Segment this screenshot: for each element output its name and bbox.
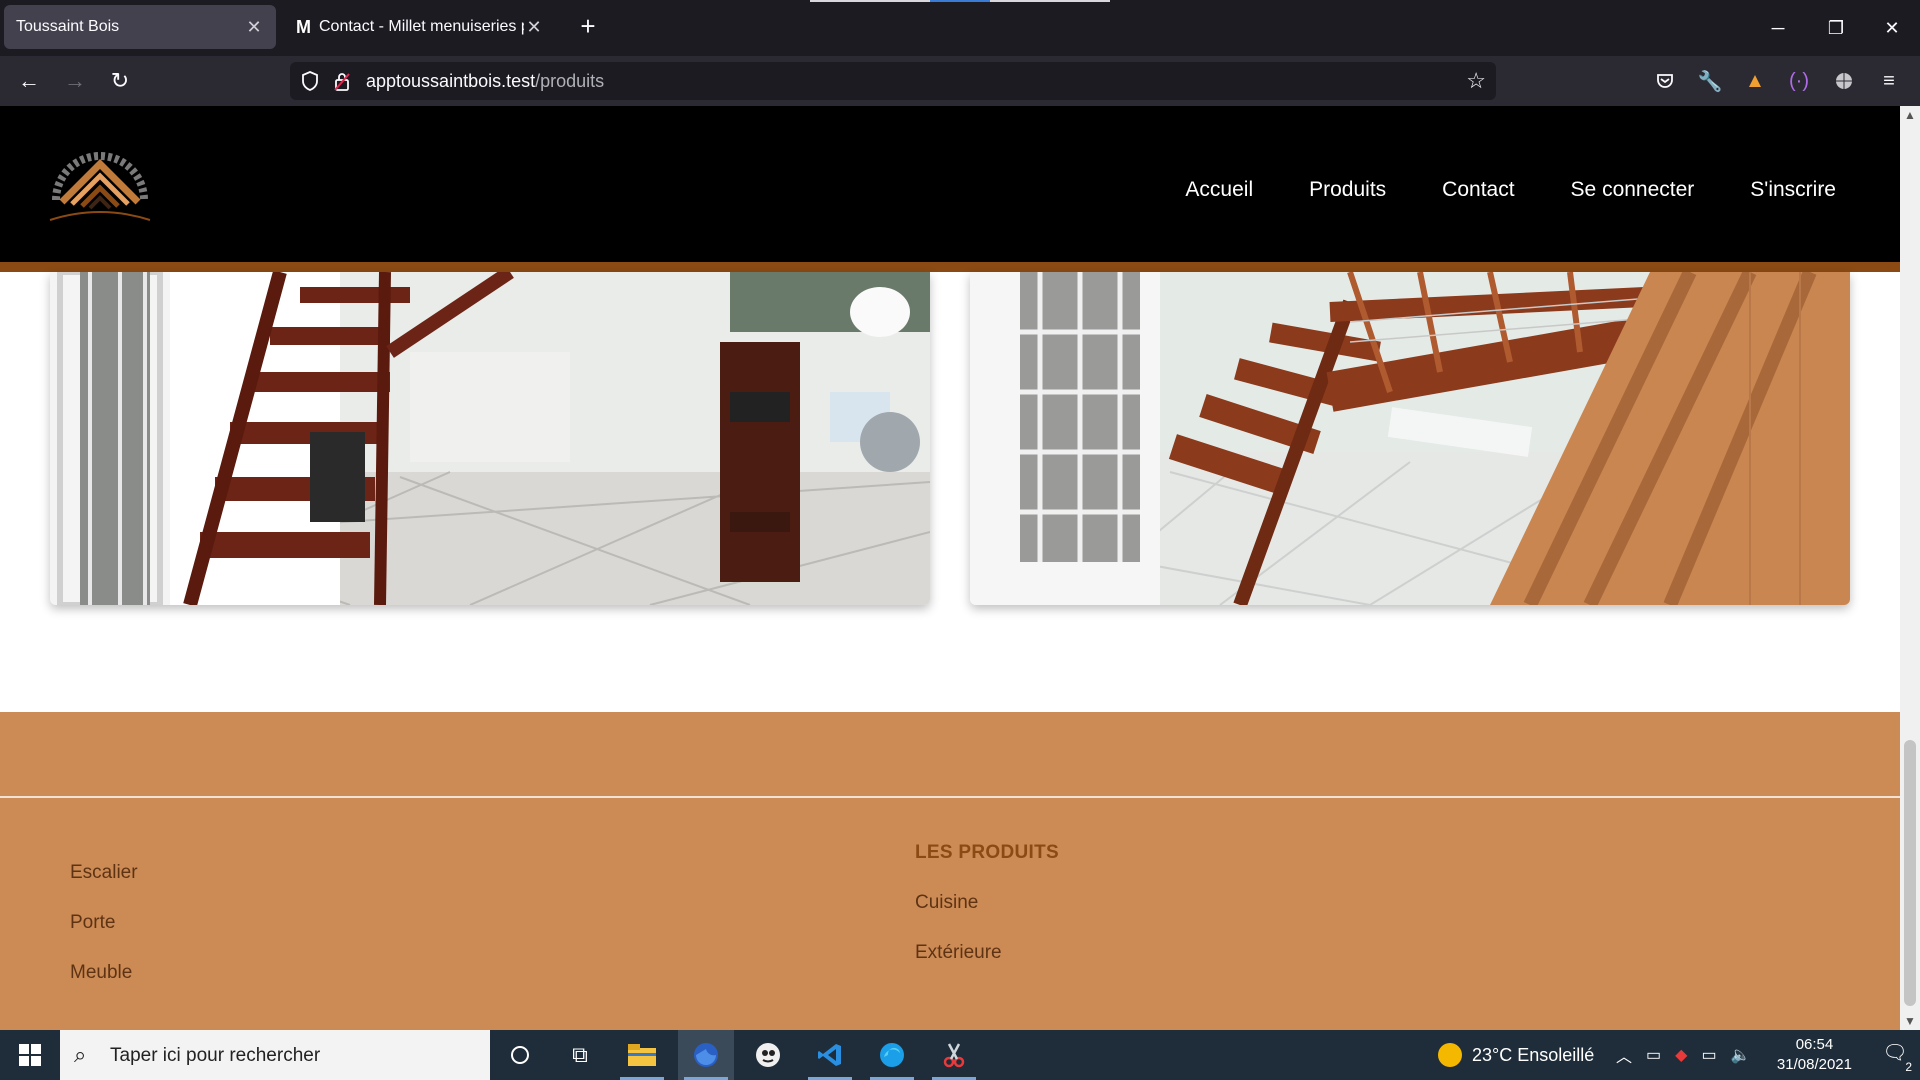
close-window-icon[interactable]: ✕ <box>1864 0 1920 56</box>
minimize-icon[interactable]: ─ <box>1750 0 1806 56</box>
sun-icon <box>1438 1043 1462 1067</box>
address-bar[interactable]: apptoussaintbois.test/produits ☆ <box>290 62 1496 100</box>
system-tray: ︿ ▭ ◆ ▭ 🔈 <box>1616 1030 1751 1080</box>
tab-title: Contact - Millet menuiseries po <box>319 18 524 35</box>
nav-se-connecter[interactable]: Se connecter <box>1571 178 1695 202</box>
footer-link-exterieure[interactable]: Extérieure <box>915 942 1002 964</box>
header-accent-bar <box>0 262 1900 272</box>
scrollbar-thumb[interactable] <box>1904 740 1916 1006</box>
taskbar-clock[interactable]: 06:54 31/08/2021 <box>1777 1035 1852 1075</box>
close-tab-icon[interactable]: ✕ <box>244 17 264 38</box>
nav-produits[interactable]: Produits <box>1309 178 1386 202</box>
vscode-icon[interactable] <box>802 1030 858 1080</box>
firefox-icon[interactable] <box>678 1030 734 1080</box>
extension-icon[interactable] <box>1738 64 1772 98</box>
tracking-protection-shield-icon[interactable] <box>300 70 320 92</box>
task-view-icon[interactable]: ⧉ <box>552 1030 608 1080</box>
cortana-icon[interactable] <box>492 1030 548 1080</box>
close-tab-icon[interactable]: ✕ <box>524 17 544 38</box>
taskbar-search-placeholder: Taper ici pour rechercher <box>110 1045 321 1066</box>
nav-contact[interactable]: Contact <box>1442 178 1514 202</box>
footer-link-cuisine[interactable]: Cuisine <box>915 892 978 914</box>
tab-strip-indicator <box>810 0 1110 2</box>
nav-accueil[interactable]: Accueil <box>1185 178 1253 202</box>
battery-icon[interactable]: ▭ <box>1701 1045 1716 1065</box>
footer-link-meuble[interactable]: Meuble <box>70 962 132 984</box>
volume-icon[interactable]: 🔈 <box>1731 1045 1751 1065</box>
footer-heading-produits: LES PRODUITS <box>915 842 1060 863</box>
insecure-lock-icon[interactable] <box>332 70 352 92</box>
product-photo-staircase-2[interactable] <box>970 272 1850 605</box>
pocket-icon[interactable] <box>1648 64 1682 98</box>
url-path: /produits <box>535 71 605 91</box>
dropbox-icon[interactable]: ◆ <box>1675 1045 1687 1065</box>
menu-hamburger-icon[interactable]: ≡ <box>1872 64 1906 98</box>
search-icon: ⌕ <box>74 1042 87 1067</box>
edge-icon[interactable] <box>864 1030 920 1080</box>
tab-toussaint-bois[interactable]: Toussaint Bois ✕ <box>4 5 276 49</box>
nav-sinscrire[interactable]: S'inscrire <box>1750 178 1836 202</box>
page-scrollbar[interactable]: ▲ ▼ <box>1900 106 1920 1030</box>
browser-tab-bar: Toussaint Bois ✕ M Contact - Millet menu… <box>0 0 1920 56</box>
back-icon[interactable]: ← <box>12 64 46 98</box>
forward-icon[interactable]: → <box>58 64 92 98</box>
url-host: apptoussaintbois.test <box>366 71 536 91</box>
clock-date: 31/08/2021 <box>1776 1056 1852 1073</box>
page-viewport: Accueil Produits Contact Se connecter S'… <box>0 106 1900 1030</box>
footer-link-porte[interactable]: Porte <box>70 912 115 934</box>
windows-taskbar: ⌕ Taper ici pour rechercher ⧉ 23°C Ensol… <box>0 1030 1920 1080</box>
file-explorer-icon[interactable] <box>614 1030 670 1080</box>
extension-signal-icon[interactable]: (·) <box>1782 64 1816 98</box>
taskbar-search[interactable]: ⌕ Taper ici pour rechercher <box>60 1030 490 1080</box>
weather-widget[interactable]: 23°C Ensoleillé <box>1438 1030 1594 1080</box>
main-nav: Accueil Produits Contact Se connecter S'… <box>1185 178 1836 202</box>
footer-divider <box>0 796 1900 798</box>
show-hidden-icons-chevron-icon[interactable]: ︿ <box>1616 1043 1632 1067</box>
app-icon-avatar[interactable] <box>740 1030 796 1080</box>
scroll-down-icon[interactable]: ▼ <box>1902 1014 1918 1028</box>
toussaint-bois-logo[interactable] <box>40 142 160 234</box>
notification-bubble-icon: 🗨 <box>1882 1042 1908 1064</box>
weather-text: 23°C Ensoleillé <box>1472 1044 1595 1065</box>
restore-icon[interactable]: ❐ <box>1808 0 1864 56</box>
globe-icon[interactable] <box>1827 64 1861 98</box>
tab-title: Toussaint Bois <box>16 18 120 35</box>
site-footer: Escalier Porte Meuble LES PRODUITS Cuisi… <box>0 712 1900 1030</box>
footer-link-escalier[interactable]: Escalier <box>70 862 138 884</box>
tab-contact-millet[interactable]: M Contact - Millet menuiseries po ✕ <box>284 5 556 49</box>
notification-count: 2 <box>1905 1060 1912 1074</box>
snipping-tool-icon[interactable] <box>926 1030 982 1080</box>
windows-start-icon[interactable] <box>0 1030 60 1080</box>
wrench-icon[interactable]: 🔧 <box>1693 64 1727 98</box>
product-photo-staircase-1[interactable] <box>50 272 930 605</box>
site-header: Accueil Produits Contact Se connecter S'… <box>0 106 1900 272</box>
reload-icon[interactable]: ↻ <box>103 64 137 98</box>
url-text: apptoussaintbois.test/produits <box>366 71 604 92</box>
new-tab-button[interactable]: + <box>574 12 602 40</box>
meet-now-icon[interactable]: ▭ <box>1646 1045 1661 1065</box>
gmail-favicon-icon: M <box>296 16 311 37</box>
clock-time: 06:54 <box>1795 1036 1834 1053</box>
notification-center-icon[interactable]: 🗨 2 <box>1880 1040 1912 1074</box>
bookmark-star-icon[interactable]: ☆ <box>1466 68 1486 94</box>
scroll-up-icon[interactable]: ▲ <box>1902 108 1918 122</box>
